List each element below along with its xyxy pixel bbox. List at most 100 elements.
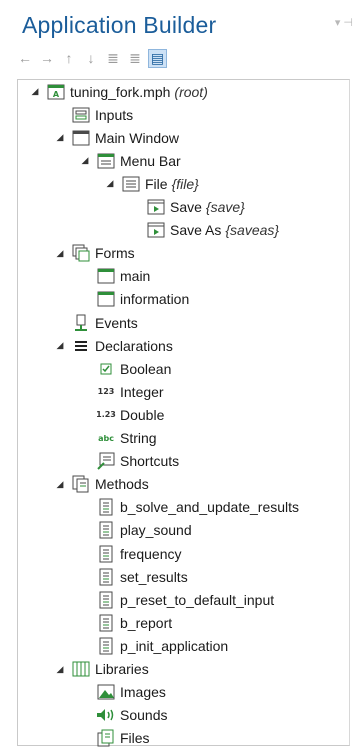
- libraries-icon: [71, 659, 91, 679]
- tree-node-set-results[interactable]: ◢set_results: [79, 565, 188, 588]
- integer-icon: 123: [96, 382, 116, 402]
- tree-node-events[interactable]: ◢Events: [54, 311, 138, 334]
- method-icon: [96, 636, 116, 656]
- tree-node-label: p_reset_to_default_input: [120, 591, 275, 608]
- expand-toggle-icon[interactable]: ◢: [29, 86, 41, 97]
- menu-item-icon: [146, 220, 166, 240]
- tree-node-label: tuning_fork.mph: [70, 83, 171, 100]
- tree-node-label: Double: [120, 406, 165, 423]
- tree-node-tag: {save}: [205, 199, 245, 215]
- tree-node-save[interactable]: ◢Save{save}: [129, 196, 245, 219]
- window-title: Application Builder: [22, 12, 217, 38]
- arrow-down-icon[interactable]: ↓: [82, 49, 100, 67]
- tree-node-files[interactable]: ◢Files: [79, 727, 150, 750]
- menu-item-icon: [146, 197, 166, 217]
- expand-toggle-icon[interactable]: ◢: [54, 340, 66, 351]
- tree-node-label: Integer: [120, 383, 164, 400]
- tree-node-file[interactable]: ◢ File {file}: [104, 172, 199, 195]
- tree-node-label: b_report: [120, 614, 173, 631]
- tree-node-label: set_results: [120, 568, 188, 585]
- expand-toggle-icon[interactable]: ◢: [79, 155, 91, 166]
- events-icon: [71, 313, 91, 333]
- tree-node-inputs[interactable]: ◢Inputs: [54, 103, 133, 126]
- expand-toggle-icon[interactable]: ◢: [54, 248, 66, 259]
- icon-text: 1.23: [96, 410, 116, 420]
- method-icon: [96, 520, 116, 540]
- tree-node-b-report[interactable]: ◢b_report: [79, 611, 172, 634]
- tree-node-methods[interactable]: ◢ Methods: [54, 473, 149, 496]
- expand-toggle-icon[interactable]: ◢: [54, 664, 66, 675]
- tree-node-tag: {file}: [171, 175, 199, 192]
- form-icon: [96, 266, 116, 286]
- tree-node-string[interactable]: ◢abcString: [79, 427, 157, 450]
- tree-node-label: Files: [120, 730, 150, 747]
- expand-toggle-icon[interactable]: ◢: [104, 178, 116, 189]
- tree-node-label: Libraries: [95, 661, 149, 677]
- tree-node-p-init-application[interactable]: ◢p_init_application: [79, 634, 228, 657]
- tree-node-p-reset-to-default-input[interactable]: ◢p_reset_to_default_input: [79, 588, 274, 611]
- tree-node-label: Menu Bar: [120, 152, 181, 169]
- tree-node-menu-bar[interactable]: ◢ Menu Bar: [79, 149, 181, 172]
- method-icon: [96, 544, 116, 564]
- string-icon: abc: [96, 428, 116, 448]
- tree-node-label: String: [120, 430, 157, 446]
- tree-node-label: b_solve_and_update_results: [120, 499, 300, 516]
- tree-node-main-window[interactable]: ◢ Main Window: [54, 126, 180, 149]
- forms-icon: [71, 243, 91, 263]
- tree-node-sounds[interactable]: ◢Sounds: [79, 704, 167, 727]
- shortcuts-icon: [96, 451, 116, 471]
- double-icon: 1.23: [96, 405, 116, 425]
- tree-node-label: Inputs: [95, 106, 134, 123]
- tree-node-tuning-fork-mph[interactable]: ◢ Atuning_fork.mph (root): [29, 80, 208, 103]
- show-view-icon[interactable]: ▤: [148, 49, 167, 68]
- tree-node-images[interactable]: ◢Images: [79, 681, 166, 704]
- arrow-left-icon[interactable]: ←: [16, 49, 34, 67]
- tree-node-label: Shortcuts: [120, 453, 180, 470]
- method-icon: [96, 590, 116, 610]
- tree-node-main[interactable]: ◢main: [79, 265, 150, 288]
- tree-node-b-solve-and-update-results[interactable]: ◢b_solve_and_update_results: [79, 496, 299, 519]
- move-down-icon[interactable]: ≣: [126, 49, 144, 67]
- app-tree: ◢Atuning_fork.mph(root)◢Inputs◢Main Wind…: [17, 79, 350, 747]
- pin-icon[interactable]: ▾ ⊣: [335, 16, 353, 29]
- tree-node-label: Save As: [170, 222, 222, 239]
- declarations-icon: [71, 336, 91, 356]
- methods-icon: [71, 474, 91, 494]
- method-icon: [96, 497, 116, 517]
- tree-node-label: File: [145, 175, 168, 192]
- tree-node-label: frequency: [120, 545, 182, 562]
- tree-node-double[interactable]: ◢1.23Double: [79, 403, 164, 426]
- arrow-up-icon[interactable]: ↑: [60, 49, 78, 67]
- tree-node-tag: (root): [174, 83, 208, 100]
- tree-node-integer[interactable]: ◢123Integer: [79, 380, 164, 403]
- boolean-icon: [96, 359, 116, 379]
- tree-node-forms[interactable]: ◢ Forms: [54, 242, 135, 265]
- tree-node-save-as[interactable]: ◢Save As{saveas}: [129, 219, 279, 242]
- tree-node-label: p_init_application: [120, 637, 229, 654]
- tree-node-label: Images: [120, 684, 166, 701]
- svg-text:A: A: [53, 90, 60, 99]
- tree-node-label: Sounds: [120, 707, 168, 724]
- expand-toggle-icon[interactable]: ◢: [54, 132, 66, 143]
- tree-node-label: information: [120, 291, 190, 308]
- arrow-right-icon[interactable]: →: [38, 49, 56, 67]
- tree-node-boolean[interactable]: ◢Boolean: [79, 357, 171, 380]
- expand-toggle-icon[interactable]: ◢: [54, 479, 66, 490]
- move-up-icon[interactable]: ≣: [104, 49, 122, 67]
- tree-node-label: Main Window: [95, 129, 180, 146]
- tree-node-label: Boolean: [120, 360, 172, 377]
- tree-node-information[interactable]: ◢information: [79, 288, 189, 311]
- tree-node-declarations[interactable]: ◢ Declarations: [54, 334, 173, 357]
- tree-toolbar: ← → ↑ ↓ ≣ ≣ ▤: [16, 49, 167, 69]
- tree-node-play-sound[interactable]: ◢play_sound: [79, 519, 192, 542]
- method-icon: [96, 613, 116, 633]
- tree-node-frequency[interactable]: ◢frequency: [79, 542, 181, 565]
- form-icon: [96, 289, 116, 309]
- tree-node-tag: {saveas}: [225, 222, 280, 239]
- sounds-icon: [96, 705, 116, 725]
- menu-bar-icon: [96, 151, 116, 171]
- tree-node-libraries[interactable]: ◢ Libraries: [54, 658, 149, 681]
- tree-node-shortcuts[interactable]: ◢Shortcuts: [79, 450, 179, 473]
- tree-node-label: Events: [95, 314, 138, 331]
- method-icon: [96, 567, 116, 587]
